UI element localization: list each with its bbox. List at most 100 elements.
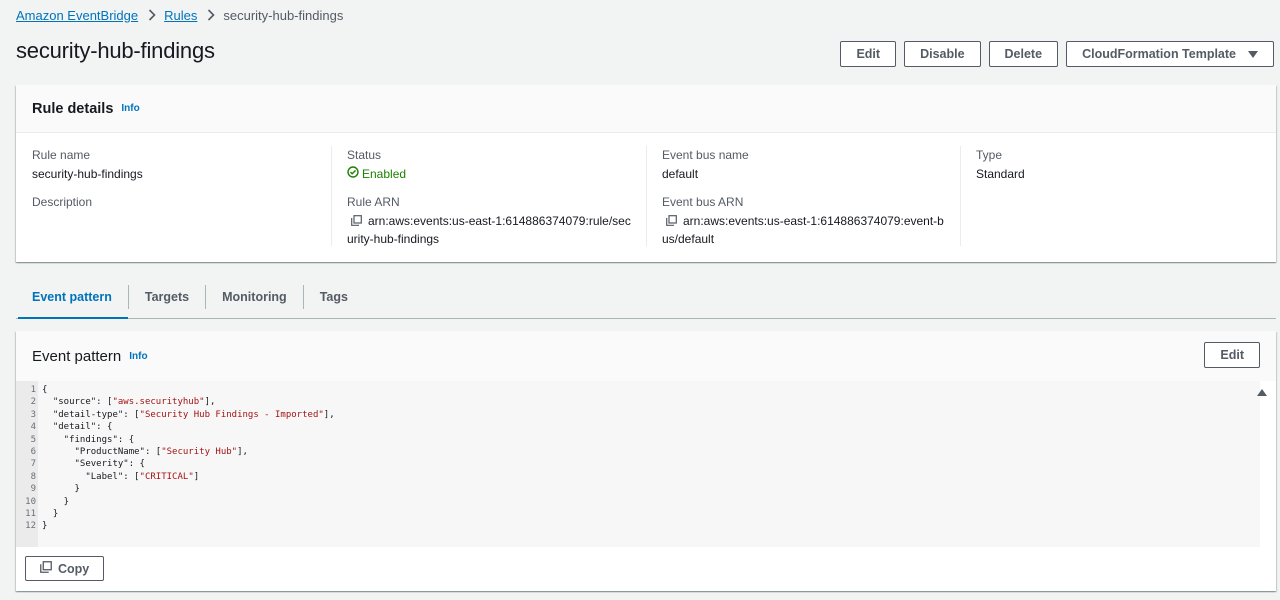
- code-text: {: [42, 384, 47, 396]
- code-text: "ProductName": ["Security Hub"],: [42, 446, 248, 458]
- code-punctuation: ],: [204, 397, 216, 408]
- line-number: 12: [25, 521, 36, 532]
- code-editor[interactable]: 1 {2 "source": ["aws.securityhub"], 3 "det…: [16, 381, 1260, 547]
- code-text: }: [42, 520, 47, 532]
- line-number: 4: [30, 422, 36, 433]
- description-field: Description: [32, 194, 143, 210]
- tab-targets[interactable]: Targets: [129, 276, 205, 318]
- code-punctuation: ],: [237, 447, 248, 457]
- type-value: Standard: [976, 167, 1025, 181]
- code-punctuation: "ProductName": [: [42, 447, 162, 457]
- breadcrumb-link-rules[interactable]: Rules: [164, 8, 197, 23]
- code-punctuation: }: [42, 509, 59, 519]
- event-bus-arn-value: arn:aws:events:us-east-1:614886374079:ev…: [662, 214, 944, 246]
- code-string: "Security Hub": [161, 447, 238, 457]
- tab-tags[interactable]: Tags: [304, 276, 364, 318]
- rule-details-header: Rule details Info: [16, 85, 1276, 133]
- line-number: 2: [30, 397, 36, 408]
- rule-name-label: Rule name: [32, 148, 91, 162]
- code-punctuation: {: [42, 385, 48, 395]
- code-text: }: [42, 496, 69, 508]
- copy-icon: [40, 561, 52, 576]
- code-text: "source": ["aws.securityhub"],: [42, 396, 216, 408]
- status-text: Enabled: [362, 167, 407, 181]
- code-text: "detail": {: [42, 421, 113, 433]
- code-punctuation: ],: [323, 409, 335, 420]
- rule-details-title: Rule details: [32, 100, 114, 117]
- line-number: 7: [30, 459, 36, 470]
- event-pattern-title: Event pattern: [32, 347, 122, 365]
- code-punctuation: "Label": [: [42, 471, 140, 482]
- event-bus-name-link[interactable]: default: [662, 166, 946, 183]
- status-label: Status: [347, 148, 382, 162]
- type-label: Type: [976, 148, 1003, 162]
- code-text: "Severity": {: [42, 458, 145, 470]
- details-column-2: Status Enabled Rule ARN arn:aws:events:u…: [347, 147, 631, 248]
- event-pattern-info-link[interactable]: Info: [129, 351, 147, 362]
- copy-icon[interactable]: [666, 214, 677, 231]
- rule-arn-field: Rule ARN arn:aws:events:us-east-1:614886…: [347, 194, 631, 248]
- copy-button[interactable]: Copy: [25, 556, 105, 581]
- code-text: "Label": ["CRITICAL"]: [42, 471, 199, 483]
- breadcrumb-current: security-hub-findings: [223, 7, 344, 23]
- details-column-1: Rule name security-hub-findings Descript…: [32, 147, 143, 210]
- column-divider: [331, 146, 332, 246]
- event-bus-name-field: Event bus name default: [662, 147, 946, 183]
- rule-tabs: Event pattern Targets Monitoring Tags: [16, 276, 1276, 319]
- code-punctuation: "detail-type": [: [42, 409, 140, 420]
- description-label: Description: [32, 195, 93, 209]
- breadcrumb: Amazon EventBridge Rules security-hub-fi…: [16, 6, 343, 24]
- code-punctuation: "findings": {: [42, 434, 135, 445]
- column-divider: [646, 146, 647, 246]
- page-title: security-hub-findings: [16, 38, 215, 63]
- line-number: 8: [30, 471, 36, 482]
- line-number: 1: [30, 385, 36, 395]
- delete-button[interactable]: Delete: [988, 41, 1059, 67]
- code-punctuation: }: [42, 521, 48, 532]
- rule-details-grid: Rule name security-hub-findings Descript…: [16, 133, 1276, 261]
- scroll-up-arrow-icon[interactable]: [1257, 389, 1267, 396]
- disable-button[interactable]: Disable: [904, 41, 981, 67]
- rule-arn-value-wrap: arn:aws:events:us-east-1:614886374079:ru…: [347, 213, 631, 248]
- code-string: "CRITICAL": [139, 471, 194, 482]
- chevron-right-icon: [148, 9, 156, 21]
- tab-monitoring[interactable]: Monitoring: [206, 276, 303, 318]
- check-circle-icon: [347, 166, 359, 183]
- code-text: "detail-type": ["Security Hub Findings -…: [42, 409, 335, 421]
- event-pattern-edit-button[interactable]: Edit: [1204, 342, 1260, 368]
- code-text: }: [42, 508, 58, 520]
- code-punctuation: "detail": {: [42, 422, 113, 433]
- caret-down-icon: [1248, 50, 1258, 58]
- cloudformation-template-label: CloudFormation Template: [1082, 47, 1236, 61]
- type-field: Type Standard: [976, 147, 1025, 183]
- event-bus-name-label: Event bus name: [662, 148, 749, 162]
- event-pattern-panel: Event pattern Info Edit 1{2 "source": ["…: [16, 331, 1276, 591]
- line-number: 11: [25, 509, 36, 519]
- event-bus-arn-value-wrap: arn:aws:events:us-east-1:614886374079:ev…: [662, 213, 946, 248]
- status-field: Status Enabled: [347, 147, 631, 183]
- status-value: Enabled: [347, 166, 406, 183]
- code-punctuation: "source": [: [42, 397, 113, 408]
- copy-icon[interactable]: [351, 214, 362, 231]
- rule-name-field: Rule name security-hub-findings: [32, 147, 143, 183]
- code-punctuation: }: [42, 496, 70, 507]
- copy-button-label: Copy: [58, 561, 90, 576]
- column-divider: [960, 146, 961, 246]
- code-punctuation: "Severity": {: [42, 459, 145, 470]
- rule-details-panel: Rule details Info Rule name security-hub…: [16, 85, 1276, 262]
- line-number: 5: [30, 434, 36, 445]
- cloudformation-template-dropdown[interactable]: CloudFormation Template: [1066, 41, 1274, 67]
- line-number: 9: [30, 484, 36, 495]
- code-punctuation: ]: [193, 471, 200, 482]
- edit-button[interactable]: Edit: [840, 41, 897, 67]
- code-string: "aws.securityhub": [112, 397, 205, 408]
- tab-event-pattern[interactable]: Event pattern: [16, 276, 128, 319]
- code-text: "findings": {: [42, 434, 134, 446]
- rule-arn-label: Rule ARN: [347, 195, 400, 209]
- rule-arn-value: arn:aws:events:us-east-1:614886374079:ru…: [347, 214, 631, 246]
- rule-details-info-link[interactable]: Info: [121, 103, 139, 114]
- breadcrumb-link-eventbridge[interactable]: Amazon EventBridge: [16, 8, 138, 23]
- event-bus-arn-label: Event bus ARN: [662, 195, 744, 209]
- details-column-4: Type Standard: [976, 147, 1025, 183]
- code-string: "Security Hub Findings - Imported": [139, 409, 324, 420]
